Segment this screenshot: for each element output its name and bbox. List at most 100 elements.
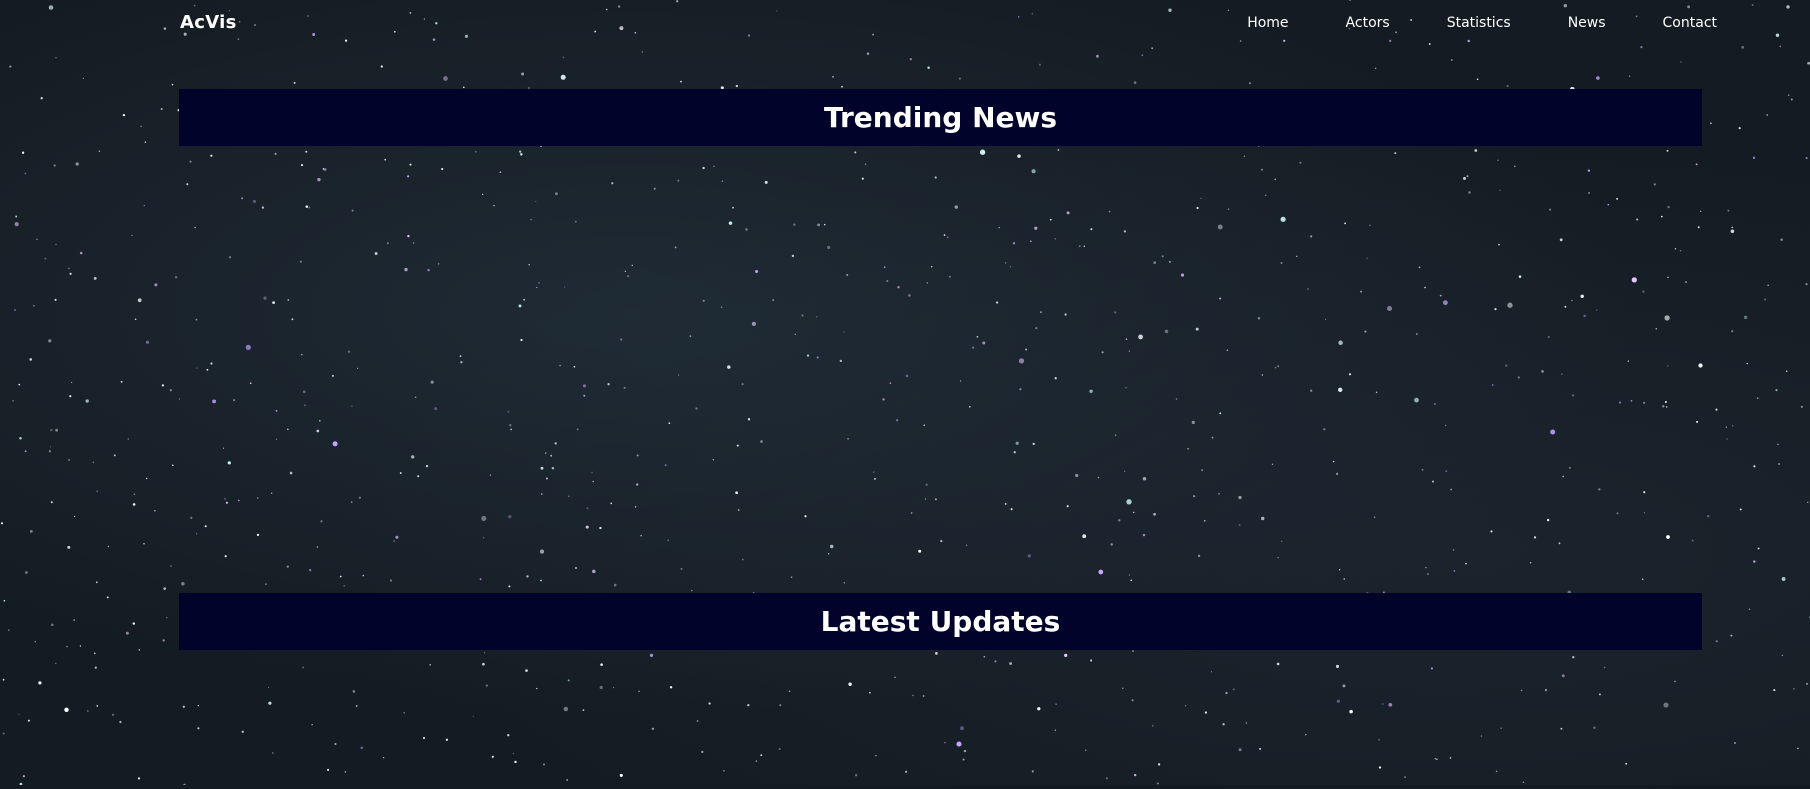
star-dot: [481, 515, 487, 521]
star-dot: [613, 583, 617, 587]
star-dot: [875, 754, 877, 757]
star-dot: [351, 405, 353, 407]
star-dot: [541, 493, 543, 495]
star-dot: [1238, 495, 1242, 500]
star-dot: [429, 663, 432, 666]
nav-statistics[interactable]: Statistics: [1447, 15, 1511, 31]
latest-updates-banner: Latest Updates: [179, 593, 1702, 650]
star-dot: [816, 356, 819, 359]
star-dot: [927, 66, 930, 69]
star-dot: [1261, 374, 1264, 376]
star-dot: [1019, 388, 1022, 391]
star-dot: [582, 384, 587, 388]
star-dot: [85, 399, 89, 403]
star-dot: [73, 515, 76, 518]
star-dot: [48, 339, 52, 343]
star-dot: [275, 409, 278, 412]
star-dot: [1010, 508, 1013, 511]
star-dot: [712, 459, 715, 461]
star-dot: [1034, 226, 1038, 230]
star-dot: [883, 266, 886, 269]
star-dot: [69, 395, 72, 398]
star-dot: [1727, 209, 1730, 212]
star-dot: [668, 422, 671, 424]
star-dot: [540, 579, 542, 582]
star-dot: [1133, 81, 1137, 84]
star-dot: [403, 711, 405, 714]
star-dot: [21, 151, 25, 154]
star-dot: [1630, 400, 1633, 402]
star-dot: [460, 361, 463, 364]
star-dot: [181, 582, 185, 586]
nav-actors[interactable]: Actors: [1346, 15, 1390, 31]
star-dot: [92, 461, 95, 464]
star-dot: [302, 666, 305, 669]
star-dot: [1773, 689, 1776, 692]
star-dot: [741, 383, 744, 386]
star-dot: [1547, 335, 1550, 339]
star-dot: [1505, 364, 1508, 367]
star-dot: [979, 149, 986, 155]
star-dot: [539, 549, 545, 554]
star-dot: [827, 245, 831, 250]
star-dot: [1414, 397, 1419, 403]
star-dot: [206, 368, 209, 371]
nav-contact[interactable]: Contact: [1663, 15, 1717, 31]
star-dot: [241, 730, 244, 733]
star-dot: [1564, 305, 1567, 308]
star-dot: [300, 353, 303, 356]
star-dot: [723, 770, 725, 772]
nav-news[interactable]: News: [1568, 15, 1606, 31]
star-dot: [320, 520, 323, 523]
star-dot: [1232, 688, 1235, 691]
star-dot: [261, 206, 265, 209]
nav-home[interactable]: Home: [1247, 15, 1288, 31]
star-dot: [1748, 608, 1751, 610]
star-dot: [422, 736, 426, 740]
star-dot: [760, 440, 763, 443]
star-dot: [1662, 405, 1665, 408]
star-dot: [300, 164, 304, 167]
star-dot: [1197, 554, 1201, 558]
star-dot: [412, 242, 415, 244]
star-dot: [1101, 351, 1104, 354]
star-dot: [538, 282, 540, 284]
star-dot: [190, 516, 193, 520]
star-dot: [196, 367, 198, 369]
star-dot: [222, 447, 225, 449]
star-dot: [1264, 194, 1267, 197]
star-dot: [1187, 447, 1189, 450]
star-dot: [1445, 470, 1448, 472]
star-dot: [806, 354, 810, 357]
star-dot: [1781, 577, 1786, 581]
star-dot: [36, 238, 38, 241]
star-dot: [1587, 169, 1591, 172]
star-dot: [358, 496, 362, 499]
site-logo[interactable]: AcVis: [180, 12, 237, 33]
star-dot: [1015, 441, 1019, 445]
star-dot: [866, 52, 870, 55]
star-dot: [1348, 373, 1352, 376]
star-dot: [1627, 360, 1630, 362]
star-dot: [0, 522, 4, 525]
star-dot: [228, 256, 232, 259]
star-dot: [1307, 288, 1309, 290]
star-dot: [1498, 243, 1500, 246]
star-dot: [827, 552, 830, 555]
star-dot: [721, 180, 723, 182]
star-dot: [1332, 460, 1335, 463]
star-dot: [832, 76, 834, 78]
star-dot: [69, 272, 72, 275]
star-dot: [1559, 238, 1563, 242]
star-dot: [389, 579, 393, 582]
star-dot: [27, 719, 30, 722]
star-dot: [843, 331, 845, 333]
star-dot: [691, 589, 693, 592]
star-dot: [1430, 667, 1433, 670]
star-dot: [1123, 230, 1127, 233]
star-dot: [1134, 773, 1137, 777]
star-dot: [1151, 724, 1154, 727]
star-dot: [908, 294, 911, 297]
star-dot: [195, 532, 198, 535]
star-dot: [1196, 206, 1199, 210]
